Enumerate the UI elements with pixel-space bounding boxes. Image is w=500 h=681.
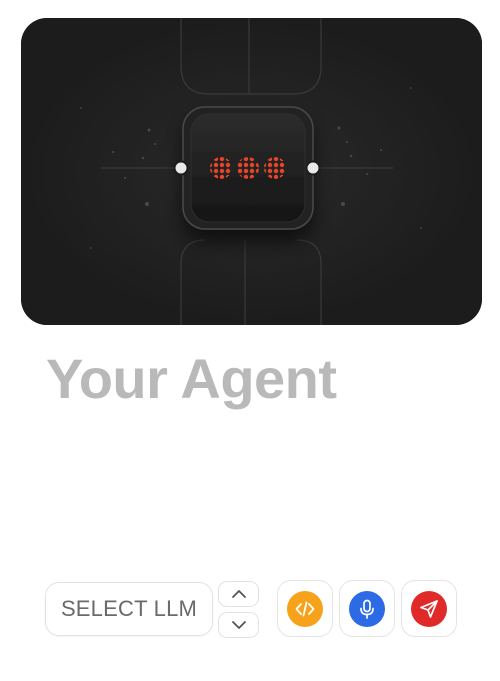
code-button[interactable] [277,580,333,637]
chevron-up-icon [231,590,246,598]
chevron-down-icon [231,621,246,629]
stepper-up-button[interactable] [218,581,259,607]
page: Your Agent SELECT LLM [0,0,500,681]
microphone-button[interactable] [339,580,395,637]
page-title: Your Agent [46,347,337,410]
select-llm-label: SELECT LLM [60,596,198,621]
send-button[interactable] [401,580,457,637]
status-dots [210,157,286,179]
stepper-down-button[interactable] [218,612,259,638]
code-button-circle [287,590,323,627]
llm-stepper [218,581,259,638]
send-icon [420,599,438,618]
microphone-button-circle [349,590,385,627]
agent-chip-illustration [21,18,482,325]
agent-hero-card [21,18,482,325]
select-llm-button[interactable]: SELECT LLM [45,582,213,636]
send-button-circle [411,590,447,627]
microphone-icon [360,599,374,619]
code-icon [295,601,315,616]
